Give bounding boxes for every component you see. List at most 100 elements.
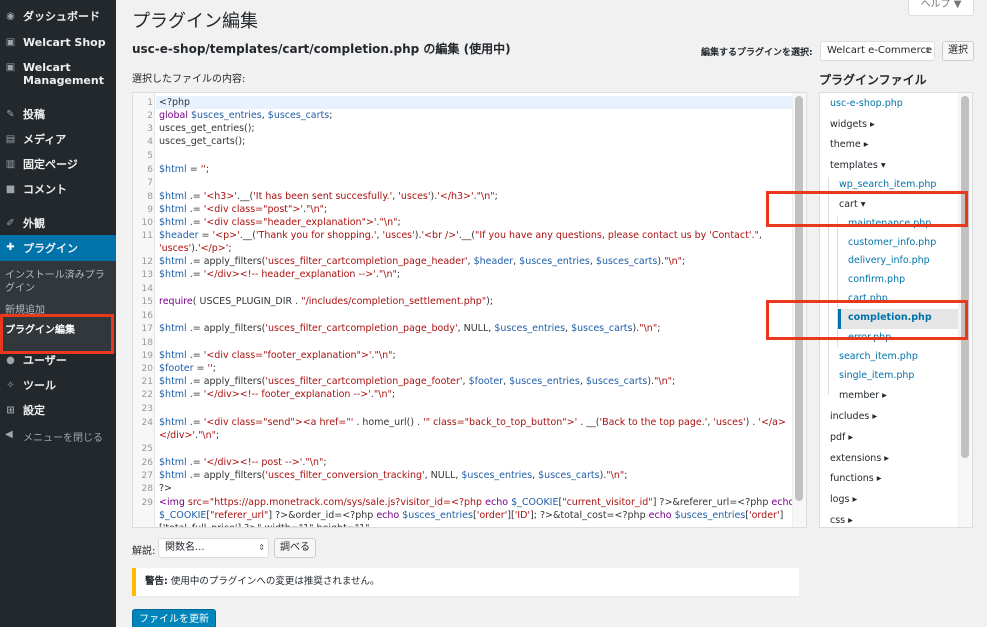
line-number: 1 bbox=[147, 98, 153, 108]
code-line: $html .= '<div class="post">'."\n"; bbox=[159, 204, 328, 215]
settings-icon: ⊞ bbox=[6, 405, 15, 416]
code-line: $header = '<p>'.__('Thank you for shoppi… bbox=[159, 230, 762, 241]
code-line: $html = ''; bbox=[159, 164, 210, 175]
help-tab[interactable]: ヘルプ ▼ bbox=[908, 0, 974, 16]
select-arrows-icon: ⇕ bbox=[924, 46, 931, 55]
line-number: 21 bbox=[141, 377, 153, 387]
folder-templates[interactable]: templates ▾ bbox=[830, 160, 886, 172]
line-number: 27 bbox=[141, 471, 153, 481]
line-number: 17 bbox=[141, 324, 153, 334]
code-line: usces_get_entries(); bbox=[159, 123, 255, 134]
cart-icon: ▣ bbox=[5, 62, 16, 73]
code-line: $footer = ''; bbox=[159, 363, 216, 374]
code-line: $html .= '<div class="header_explanation… bbox=[159, 217, 401, 228]
file-customer-info[interactable]: customer_info.php bbox=[848, 237, 936, 249]
line-number: 12 bbox=[141, 257, 153, 267]
pin-icon: ✎ bbox=[6, 109, 15, 120]
line-gutter: 1 2 3 4 5 6 7 8 9 10 11 12 13 14 15 16 17 18 19 20 21 22 23 24 2… bbox=[133, 93, 155, 527]
code-line: 'usces').'</p>'; bbox=[159, 243, 232, 254]
users-icon: ● bbox=[6, 355, 15, 366]
code-line: $html .= apply_filters('usces_filter_car… bbox=[159, 256, 686, 267]
file-single-item[interactable]: single_item.php bbox=[839, 370, 914, 382]
line-number: 29 bbox=[141, 498, 153, 508]
function-select[interactable]: 関数名... ⇕ bbox=[158, 538, 269, 558]
line-number: 8 bbox=[147, 192, 153, 202]
line-number: 14 bbox=[141, 284, 153, 294]
content-label: 選択したファイルの内容: bbox=[132, 74, 246, 85]
collapse-icon: ◀ bbox=[5, 429, 13, 440]
line-number: 20 bbox=[141, 364, 153, 374]
folder-extensions[interactable]: extensions ▸ bbox=[830, 453, 889, 465]
line-number: 11 bbox=[141, 231, 153, 241]
file-delivery-info[interactable]: delivery_info.php bbox=[848, 255, 930, 267]
folder-includes[interactable]: includes ▸ bbox=[830, 411, 877, 423]
line-number: 6 bbox=[147, 165, 153, 175]
file-tree-scroll-thumb[interactable] bbox=[961, 96, 969, 458]
code-line: $html .= '</div><!-- header_explanation … bbox=[159, 269, 401, 280]
update-file-button[interactable]: ファイルを更新 bbox=[132, 609, 216, 627]
folder-theme[interactable]: theme ▸ bbox=[830, 139, 868, 151]
warning-notice: 警告: 使用中のプラグインへの変更は推奨されません。 bbox=[132, 568, 799, 596]
folder-widgets[interactable]: widgets ▸ bbox=[830, 119, 875, 131]
file-confirm[interactable]: confirm.php bbox=[848, 274, 905, 286]
code-line: $_COOKIE["referer_url"] ?>&order_id=<?ph… bbox=[159, 510, 784, 521]
line-number: 9 bbox=[147, 205, 153, 215]
folder-pdf[interactable]: pdf ▸ bbox=[830, 432, 853, 444]
line-number: 19 bbox=[141, 351, 153, 361]
line-number: 7 bbox=[147, 178, 153, 188]
dashboard-icon: ◉ bbox=[6, 11, 15, 22]
line-number: 5 bbox=[147, 151, 153, 161]
code-line: ['total_full_price'] ?>" width="1" heigh… bbox=[159, 523, 779, 527]
line-number: 22 bbox=[141, 390, 153, 400]
select-arrows-icon: ⇕ bbox=[258, 543, 265, 552]
line-number: 28 bbox=[141, 484, 153, 494]
plugin-select-label: 編集するプラグインを選択: bbox=[701, 48, 813, 58]
file-usc-e-shop[interactable]: usc-e-shop.php bbox=[830, 98, 903, 110]
wrench-icon: ✧ bbox=[6, 380, 15, 391]
annotation-box-cart-folder bbox=[766, 191, 968, 227]
line-number: 4 bbox=[147, 137, 153, 147]
submenu-installed-plugins[interactable]: インストール済みプラグイン bbox=[5, 269, 113, 295]
editor-scroll-thumb[interactable] bbox=[795, 96, 803, 501]
code-line: ?> bbox=[159, 483, 173, 494]
code-line: <?php bbox=[159, 97, 191, 108]
folder-logs[interactable]: logs ▸ bbox=[830, 494, 857, 506]
file-heading: usc-e-shop/templates/cart/completion.php… bbox=[132, 42, 511, 56]
code-line: $html .= '</div><!-- footer_explanation … bbox=[159, 389, 396, 400]
line-number: 13 bbox=[141, 270, 153, 280]
file-wp-search-item[interactable]: wp_search_item.php bbox=[839, 179, 936, 191]
menu-plugins[interactable]: ✚ プラグイン bbox=[0, 235, 116, 261]
plugin-icon: ✚ bbox=[6, 242, 15, 253]
folder-css[interactable]: css ▸ bbox=[830, 515, 853, 527]
code-line: $html .= apply_filters('usces_filter_con… bbox=[159, 470, 628, 481]
code-line: usces_get_carts(); bbox=[159, 136, 246, 147]
code-line: </div>'."\n"; bbox=[159, 430, 220, 441]
line-number: 26 bbox=[141, 458, 153, 468]
line-number: 18 bbox=[141, 338, 153, 348]
plugin-select[interactable]: Welcart e-Commerce ⇕ bbox=[820, 41, 935, 61]
code-editor[interactable]: 1 2 3 4 5 6 7 8 9 10 11 12 13 14 15 16 17 18 19 20 21 22 23 24 2… bbox=[132, 92, 807, 528]
lookup-button[interactable]: 調べる bbox=[274, 538, 316, 558]
code-line: require( USCES_PLUGIN_DIR . "/includes/c… bbox=[159, 296, 494, 307]
documentation-label: 解説: bbox=[132, 546, 156, 557]
code-line: global $usces_entries, $usces_carts; bbox=[159, 110, 333, 121]
line-number: 25 bbox=[141, 444, 153, 454]
folder-functions[interactable]: functions ▸ bbox=[830, 473, 882, 485]
file-search-item[interactable]: search_item.php bbox=[839, 351, 918, 363]
code-line: $html .= '</div><!-- post -->'."\n"; bbox=[159, 457, 327, 468]
cart-icon: ▣ bbox=[5, 37, 16, 48]
line-number: 24 bbox=[141, 418, 153, 428]
annotation-box-completion-file bbox=[766, 300, 968, 340]
brush-icon: ✐ bbox=[6, 218, 15, 229]
line-number: 16 bbox=[141, 311, 153, 321]
media-icon: ▤ bbox=[5, 134, 16, 145]
code-line: $html .= '<h3>'.__('It has been sent suc… bbox=[159, 191, 498, 202]
comment-icon: ■ bbox=[5, 184, 16, 195]
select-button[interactable]: 選択 bbox=[942, 41, 974, 61]
menu-welcart-management[interactable]: ▣ Welcart Management bbox=[0, 61, 116, 89]
folder-member[interactable]: member ▸ bbox=[839, 390, 887, 402]
page-icon: ▥ bbox=[5, 159, 16, 170]
code-line: <img src="https://app.monetrack.com/sys/… bbox=[159, 497, 795, 508]
code-line: $html .= apply_filters('usces_filter_car… bbox=[159, 376, 676, 387]
line-number: 3 bbox=[147, 124, 153, 134]
